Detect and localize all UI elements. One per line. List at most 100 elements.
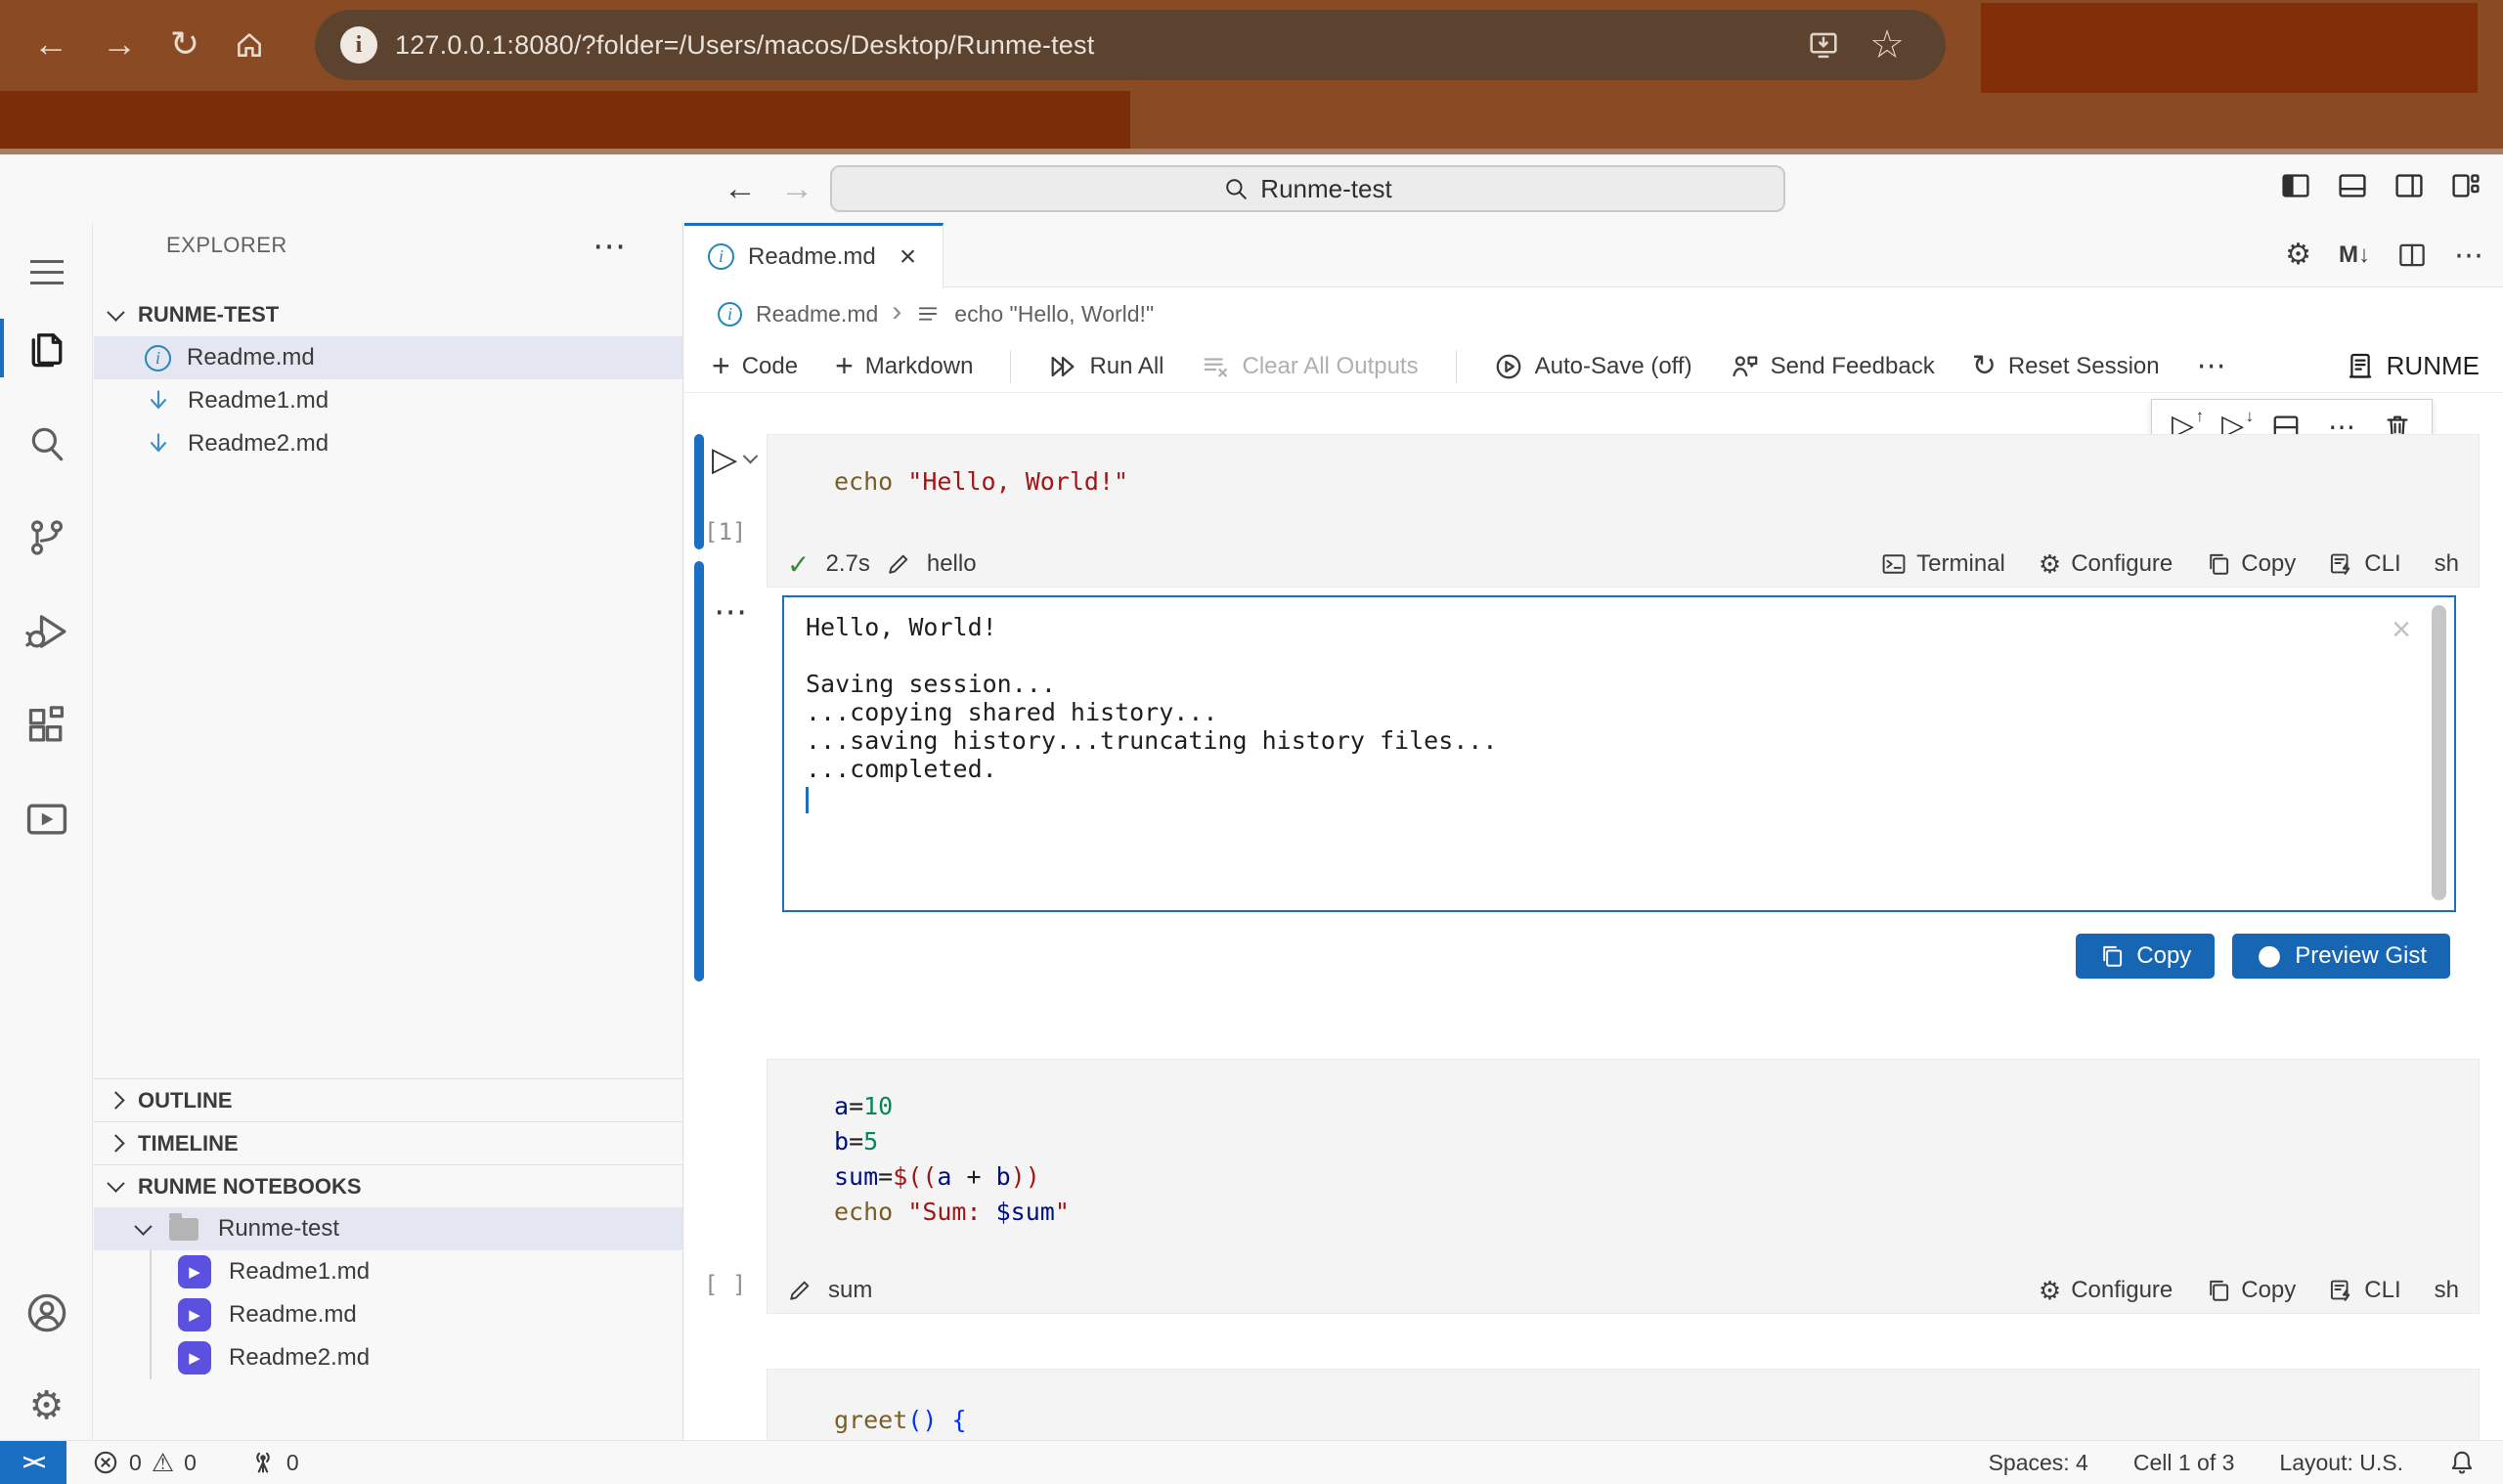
remote-indicator[interactable]: >< <box>0 1441 66 1484</box>
extensions-icon[interactable] <box>0 694 93 757</box>
send-feedback-button[interactable]: Send Feedback <box>1730 352 1935 381</box>
code-cell-2[interactable]: a=10 b=5 sum=$((a + b)) echo "Sum: $sum"… <box>767 1059 2480 1314</box>
editor-gear-icon[interactable]: ⚙ <box>2285 240 2311 270</box>
copy-output-button[interactable]: Copy <box>2076 934 2215 979</box>
code-cell-1[interactable]: echo "Hello, World!" ✓ 2.7s hello <box>767 434 2480 588</box>
workspace-root-row[interactable]: RUNME-TEST <box>94 293 682 336</box>
terminal-action[interactable]: Terminal <box>1881 550 2005 578</box>
copy-action[interactable]: Copy <box>2206 1277 2296 1304</box>
output-menu-icon[interactable]: ⋯ <box>714 592 749 632</box>
cli-action[interactable]: CLI <box>2329 550 2400 578</box>
file-label: Readme.md <box>229 1301 357 1329</box>
notebook-file-row[interactable]: ▶ Readme.md <box>94 1293 682 1336</box>
bookmark-star-icon[interactable]: ☆ <box>1869 25 1905 65</box>
reset-icon: ↻ <box>1972 352 1997 381</box>
reset-session-button[interactable]: ↻ Reset Session <box>1972 352 2160 381</box>
history-forward-icon[interactable]: → <box>780 170 813 208</box>
toolbar-more-icon[interactable]: ⋯ <box>2197 349 2226 383</box>
file-row-readme2[interactable]: Readme2.md <box>94 422 682 465</box>
timeline-section[interactable]: TIMELINE <box>94 1121 682 1164</box>
add-markdown-button[interactable]: + Markdown <box>835 352 973 381</box>
browser-back-icon[interactable]: ← <box>33 26 68 62</box>
copy-icon <box>2099 943 2125 969</box>
tab-readme[interactable]: i Readme.md × <box>684 223 944 287</box>
cell-language[interactable]: sh <box>2435 550 2459 578</box>
account-icon[interactable] <box>0 1282 93 1344</box>
runme-notebooks-section[interactable]: RUNME NOTEBOOKS <box>94 1164 682 1207</box>
file-row-readme1[interactable]: Readme1.md <box>94 379 682 422</box>
chevron-down-icon <box>107 303 124 321</box>
keyboard-layout[interactable]: Layout: U.S. <box>2279 1450 2403 1476</box>
notebooks-folder-row[interactable]: Runme-test <box>94 1207 682 1250</box>
menu-icon[interactable] <box>0 240 93 303</box>
runme-logo-icon <box>2346 352 2375 381</box>
code-line[interactable]: a=10 <box>768 1060 2479 1124</box>
folder-label: Runme-test <box>218 1215 339 1243</box>
history-back-icon[interactable]: ← <box>724 170 757 208</box>
browser-address-bar[interactable]: i 127.0.0.1:8080/?folder=/Users/macos/De… <box>315 10 1946 80</box>
install-app-icon[interactable] <box>1807 28 1840 62</box>
code-line[interactable]: echo "Hello, World!" <box>768 435 2479 500</box>
copy-icon <box>2206 1278 2231 1303</box>
browser-forward-icon[interactable]: → <box>102 26 137 62</box>
file-label: Readme1.md <box>229 1258 370 1286</box>
problems-indicator[interactable]: 0 ⚠ 0 <box>92 1449 197 1476</box>
cell-language[interactable]: sh <box>2435 1277 2459 1304</box>
toggle-sidebar-icon[interactable] <box>2280 170 2311 201</box>
cli-action[interactable]: CLI <box>2329 1277 2400 1304</box>
code-cell-3[interactable]: greet() { echo "Hello, $1!" <box>767 1369 2480 1440</box>
browser-reload-icon[interactable]: ↻ <box>170 26 199 62</box>
command-center[interactable]: Runme-test <box>830 165 1785 212</box>
search-activity-icon[interactable] <box>0 413 93 475</box>
breadcrumb-cell[interactable]: echo "Hello, World!" <box>954 301 1154 327</box>
toggle-secondary-sidebar-icon[interactable] <box>2393 170 2425 201</box>
code-line[interactable]: sum=$((a + b)) <box>768 1159 2479 1195</box>
terminal-output[interactable]: Hello, World! Saving session... ...copyi… <box>782 595 2456 912</box>
runme-activity-icon[interactable] <box>0 788 93 851</box>
cell-name[interactable]: hello <box>927 550 977 578</box>
toggle-panel-icon[interactable] <box>2337 170 2368 201</box>
pencil-icon[interactable] <box>787 1278 812 1303</box>
chevron-right-icon <box>107 1134 124 1152</box>
notebook-file-row[interactable]: ▶ Readme2.md <box>94 1336 682 1379</box>
toolbar-divider <box>1456 350 1457 383</box>
site-info-icon[interactable]: i <box>340 26 377 64</box>
output-scrollbar[interactable] <box>2432 605 2446 900</box>
preview-gist-button[interactable]: Preview Gist <box>2232 934 2450 979</box>
browser-home-icon[interactable] <box>233 27 266 61</box>
configure-action[interactable]: ⚙ Configure <box>2039 1277 2173 1304</box>
configure-action[interactable]: ⚙ Configure <box>2039 550 2173 578</box>
explorer-activity-icon[interactable] <box>0 317 93 379</box>
code-line[interactable]: b=5 <box>768 1124 2479 1159</box>
explorer-more-icon[interactable]: ⋯ <box>593 227 626 266</box>
editor-more-icon[interactable]: ⋯ <box>2454 239 2483 273</box>
run-cell-button[interactable]: ▷ <box>712 440 756 479</box>
code-line[interactable]: greet() { <box>768 1370 2479 1438</box>
split-editor-icon[interactable] <box>2397 240 2427 270</box>
run-all-button[interactable]: Run All <box>1048 352 1164 381</box>
add-code-button[interactable]: + Code <box>712 352 798 381</box>
run-debug-icon[interactable] <box>0 600 93 663</box>
file-row-readme[interactable]: i Readme.md <box>94 336 682 379</box>
indentation-setting[interactable]: Spaces: 4 <box>1989 1450 2088 1476</box>
output-text: Hello, World! Saving session... ...copyi… <box>784 597 2454 783</box>
settings-gear-icon[interactable]: ⚙ <box>0 1375 93 1437</box>
chevron-down-icon <box>107 1174 124 1192</box>
notifications-bell-icon[interactable] <box>2448 1449 2476 1476</box>
auto-save-button[interactable]: Auto-Save (off) <box>1494 352 1692 381</box>
outline-section[interactable]: OUTLINE <box>94 1078 682 1121</box>
breadcrumb-file[interactable]: Readme.md <box>756 301 878 327</box>
customize-layout-icon[interactable] <box>2450 170 2481 201</box>
ports-indicator[interactable]: 0 <box>249 1449 299 1476</box>
output-close-icon[interactable]: × <box>2392 613 2411 646</box>
cell-name[interactable]: sum <box>828 1277 872 1304</box>
markdown-preview-icon[interactable]: M↓ <box>2339 241 2370 269</box>
pencil-icon[interactable] <box>886 551 911 577</box>
status-bar: >< 0 ⚠ 0 0 Spaces: 4 Cell 1 of 3 Layout:… <box>0 1440 2503 1484</box>
source-control-icon[interactable] <box>0 506 93 569</box>
notebook-file-row[interactable]: ▶ Readme1.md <box>94 1250 682 1293</box>
tab-close-icon[interactable]: × <box>900 242 917 272</box>
code-line[interactable]: echo "Sum: $sum" <box>768 1195 2479 1230</box>
copy-action[interactable]: Copy <box>2206 550 2296 578</box>
cell-position[interactable]: Cell 1 of 3 <box>2133 1450 2235 1476</box>
